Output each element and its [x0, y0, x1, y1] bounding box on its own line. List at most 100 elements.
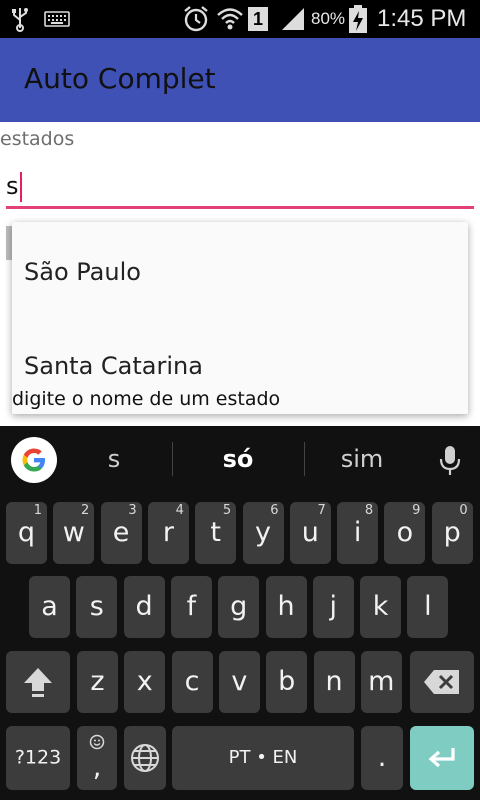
soft-keyboard: s só sim ?123 , PT • EN . q1w2e3r4t5y6u7… — [0, 426, 480, 800]
sim-badge: 1 — [248, 0, 268, 38]
key-label: l — [424, 590, 432, 622]
key-label: s — [89, 590, 104, 622]
language-globe-key[interactable] — [124, 726, 166, 790]
key-label: i — [353, 516, 362, 548]
app-bar: Auto Complet — [0, 38, 480, 122]
key-v[interactable]: v — [218, 651, 260, 713]
key-e[interactable]: e3 — [100, 502, 142, 564]
key-n[interactable]: n — [313, 651, 355, 713]
key-m[interactable]: m — [360, 651, 402, 713]
key-label: h — [277, 590, 295, 622]
key-g[interactable]: g — [218, 576, 260, 638]
key-number-hint: 3 — [128, 503, 137, 518]
key-label: a — [41, 590, 58, 622]
battery-percent: 80% — [311, 9, 346, 28]
key-f[interactable]: f — [170, 576, 212, 638]
field-label: estados — [0, 128, 75, 150]
key-label: x — [136, 665, 153, 697]
key-label: p — [443, 516, 461, 548]
signal-icon — [280, 0, 306, 38]
key-label: c — [184, 665, 200, 697]
battery-charging-icon — [348, 0, 368, 38]
symbols-key[interactable]: ?123 — [6, 726, 70, 790]
key-t[interactable]: t5 — [195, 502, 237, 564]
key-r[interactable]: r4 — [147, 502, 189, 564]
key-k[interactable]: k — [360, 576, 402, 638]
key-p[interactable]: p0 — [431, 502, 473, 564]
dropdown-item[interactable]: Santa Catarina — [24, 352, 203, 380]
shift-key[interactable] — [6, 651, 70, 713]
suggestion-2[interactable]: só — [182, 426, 294, 492]
key-number-hint: 2 — [81, 503, 90, 518]
key-d[interactable]: d — [123, 576, 165, 638]
period-key[interactable]: . — [361, 726, 403, 790]
google-icon[interactable] — [11, 437, 57, 483]
microphone-icon[interactable] — [437, 444, 463, 480]
suggestion-3[interactable]: sim — [312, 426, 412, 492]
dropdown-item[interactable]: São Paulo — [24, 258, 141, 286]
clock: 1:45 PM — [377, 5, 467, 32]
autocomplete-dropdown: São Paulo Santa Catarina digite o nome d… — [12, 222, 468, 414]
key-label: d — [135, 590, 153, 622]
backspace-key[interactable] — [410, 651, 474, 713]
text-cursor — [20, 172, 22, 202]
keyboard-icon — [44, 0, 70, 38]
key-o[interactable]: o9 — [384, 502, 426, 564]
key-s[interactable]: s — [76, 576, 118, 638]
key-number-hint: 4 — [175, 503, 184, 518]
suggestion-divider — [304, 442, 305, 476]
enter-key[interactable] — [410, 726, 474, 790]
key-label: e — [112, 516, 130, 548]
space-key[interactable]: PT • EN — [172, 726, 354, 790]
suggestion-1[interactable]: s — [64, 426, 164, 492]
suggestion-divider — [172, 442, 173, 476]
key-number-hint: 9 — [412, 503, 421, 518]
key-number-hint: 6 — [270, 503, 279, 518]
key-label: n — [325, 665, 343, 697]
key-number-hint: 1 — [33, 503, 42, 518]
emoji-comma-key[interactable]: , — [77, 726, 117, 790]
suggestion-strip: s só sim — [0, 426, 480, 492]
usb-icon — [10, 0, 30, 38]
key-l[interactable]: l — [407, 576, 449, 638]
key-label: f — [186, 590, 197, 622]
key-number-hint: 5 — [222, 503, 232, 518]
dropdown-hint: digite o nome de um estado — [12, 388, 281, 410]
key-x[interactable]: x — [124, 651, 166, 713]
key-c[interactable]: c — [171, 651, 213, 713]
key-label: k — [372, 590, 389, 622]
wifi-icon — [216, 0, 244, 38]
key-y[interactable]: y6 — [242, 502, 284, 564]
app-title: Auto Complet — [24, 62, 216, 95]
main-content: estados s São Paulo Santa Catarina digit… — [0, 122, 480, 426]
key-label: y — [255, 516, 271, 548]
key-q[interactable]: q1 — [6, 502, 47, 564]
key-z[interactable]: z — [77, 651, 118, 713]
input-value[interactable]: s — [6, 172, 19, 200]
key-label: r — [162, 516, 174, 548]
key-b[interactable]: b — [266, 651, 308, 713]
state-autocomplete-input[interactable]: s — [6, 166, 474, 210]
input-underline — [6, 206, 474, 209]
key-label: g — [230, 590, 248, 622]
key-number-hint: 8 — [364, 503, 374, 518]
key-label: j — [329, 590, 338, 622]
key-label: m — [368, 665, 395, 697]
alarm-icon — [182, 0, 210, 38]
key-label: o — [396, 516, 414, 548]
key-u[interactable]: u7 — [289, 502, 331, 564]
key-label: b — [278, 665, 296, 697]
key-h[interactable]: h — [265, 576, 307, 638]
key-label: w — [62, 516, 85, 548]
key-j[interactable]: j — [312, 576, 354, 638]
key-w[interactable]: w2 — [53, 502, 95, 564]
key-label: v — [231, 665, 248, 697]
status-bar: 1 80% 1:45 PM — [0, 0, 480, 38]
key-i[interactable]: i8 — [337, 502, 379, 564]
key-label: u — [301, 516, 319, 548]
key-number-hint: 7 — [317, 503, 326, 518]
key-label: z — [90, 665, 105, 697]
key-a[interactable]: a — [29, 576, 70, 638]
key-number-hint: 0 — [459, 503, 468, 518]
key-label: t — [210, 516, 221, 548]
